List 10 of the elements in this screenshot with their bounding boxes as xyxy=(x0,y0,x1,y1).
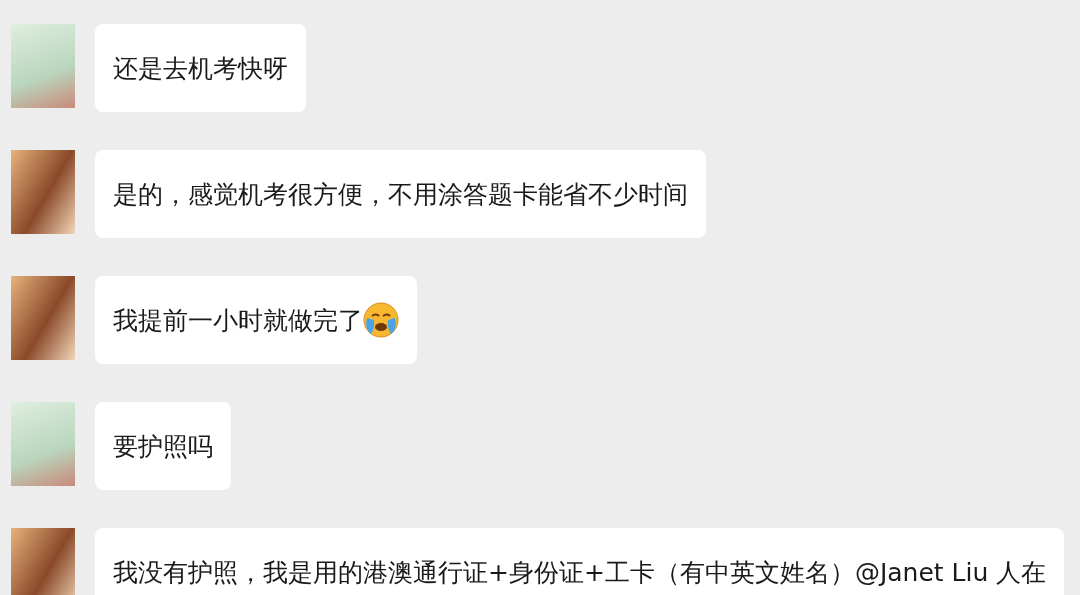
message-text: 还是去机考快呀 xyxy=(113,52,288,85)
message-text: 我提前一小时就做完了 xyxy=(113,304,363,337)
avatar-image[interactable] xyxy=(11,276,75,360)
message-text: 我没有护照，我是用的港澳通行证+身份证+工卡（有中英文姓名）@Janet Liu 人在 xyxy=(113,556,1047,589)
avatar-image[interactable] xyxy=(11,528,75,595)
avatar-image[interactable] xyxy=(11,24,75,108)
message-text: 要护照吗 xyxy=(113,430,213,463)
avatar-image[interactable] xyxy=(11,402,75,486)
message-text: 是的，感觉机考很方便，不用涂答题卡能省不少时间 xyxy=(113,178,688,211)
avatar-image[interactable] xyxy=(11,150,75,234)
